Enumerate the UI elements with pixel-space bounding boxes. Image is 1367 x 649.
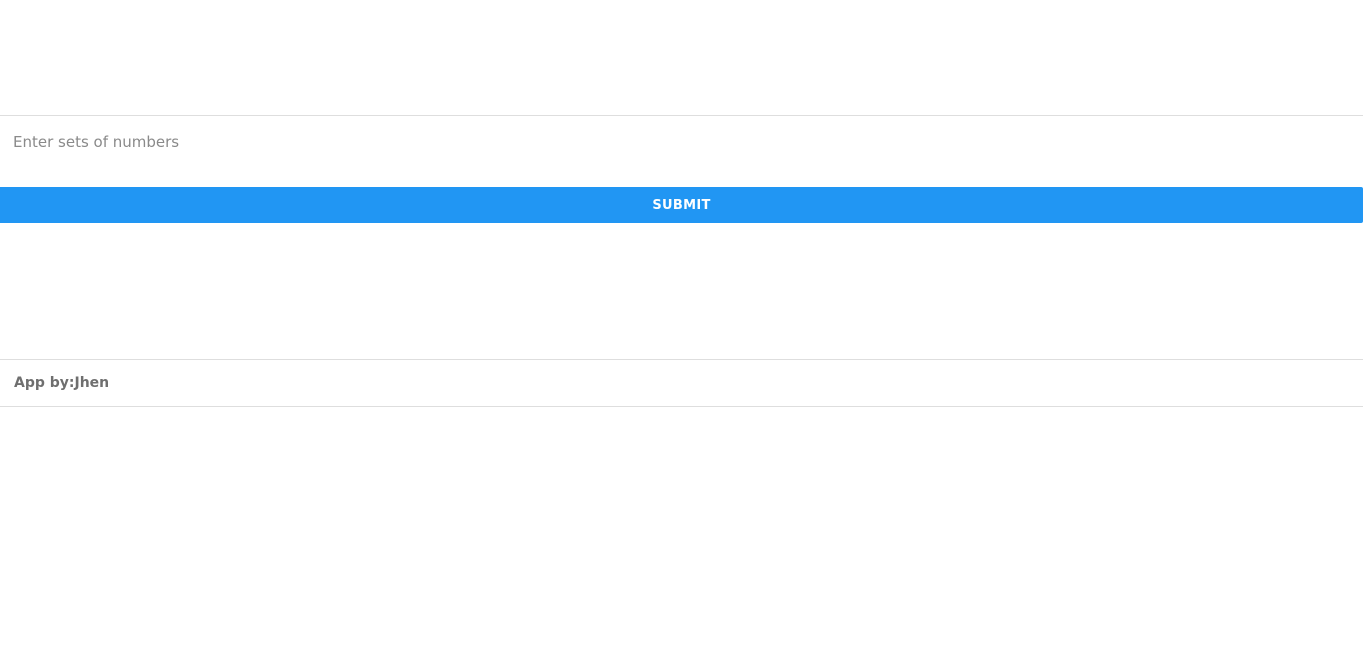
app-page: SUBMIT App by:Jhen	[0, 0, 1367, 649]
submit-button[interactable]: SUBMIT	[0, 187, 1363, 223]
footer: App by:Jhen	[0, 360, 1363, 406]
app-credit: App by:Jhen	[14, 375, 110, 391]
input-container	[0, 116, 1363, 168]
divider-footer-bottom	[0, 406, 1363, 407]
numbers-input[interactable]	[0, 116, 1363, 168]
